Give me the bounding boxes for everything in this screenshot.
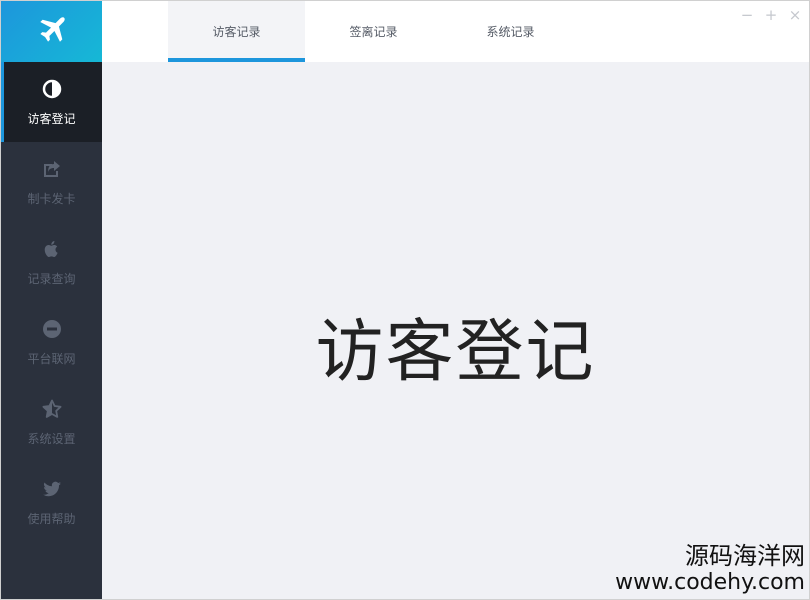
app-logo: [1, 1, 102, 62]
sidebar-item-label: 访客登记: [27, 111, 76, 126]
sidebar-item-card-issue[interactable]: 制卡发卡: [1, 142, 102, 222]
tab-system-records[interactable]: 系统记录: [442, 1, 579, 62]
sidebar: 访客登记 制卡发卡 记录查询 平台联网 系统设置 使用帮助: [1, 1, 102, 599]
twitter-bird-icon: [41, 478, 63, 500]
airplane-icon: [37, 15, 67, 49]
sidebar-item-visitor-register[interactable]: 访客登记: [1, 62, 102, 142]
top-bar: 访客记录 签离记录 系统记录 − + ×: [102, 1, 809, 62]
main-content: 访客登记 源码海洋网 www.codehy.com: [102, 62, 809, 599]
sidebar-item-help[interactable]: 使用帮助: [1, 462, 102, 542]
watermark: 源码海洋网 www.codehy.com: [615, 541, 805, 595]
minimize-button[interactable]: −: [739, 7, 755, 23]
sidebar-item-label: 平台联网: [27, 351, 76, 366]
tab-bar: 访客记录 签离记录 系统记录: [168, 1, 579, 62]
star-icon: [41, 398, 63, 420]
sidebar-item-label: 使用帮助: [27, 511, 76, 526]
sidebar-item-record-query[interactable]: 记录查询: [1, 222, 102, 302]
watermark-line-1: 源码海洋网: [685, 542, 805, 570]
app-window: 访客登记 制卡发卡 记录查询 平台联网 系统设置 使用帮助 访客记录 签离记录 …: [0, 0, 810, 600]
close-button[interactable]: ×: [787, 7, 803, 23]
sidebar-item-platform-network[interactable]: 平台联网: [1, 302, 102, 382]
maximize-button[interactable]: +: [763, 7, 779, 23]
tab-signout-records[interactable]: 签离记录: [305, 1, 442, 62]
watermark-line-2: www.codehy.com: [615, 570, 805, 595]
window-controls: − + ×: [739, 7, 803, 23]
tab-visitor-records[interactable]: 访客记录: [168, 1, 305, 62]
page-title: 访客登记: [315, 313, 596, 392]
half-circle-icon: [41, 78, 63, 100]
sidebar-item-label: 记录查询: [27, 271, 76, 286]
sidebar-item-label: 系统设置: [27, 431, 76, 446]
sidebar-item-label: 制卡发卡: [27, 191, 76, 206]
sidebar-item-system-settings[interactable]: 系统设置: [1, 382, 102, 462]
minus-circle-icon: [41, 318, 63, 340]
apple-icon: [41, 238, 63, 260]
share-icon: [41, 158, 63, 180]
